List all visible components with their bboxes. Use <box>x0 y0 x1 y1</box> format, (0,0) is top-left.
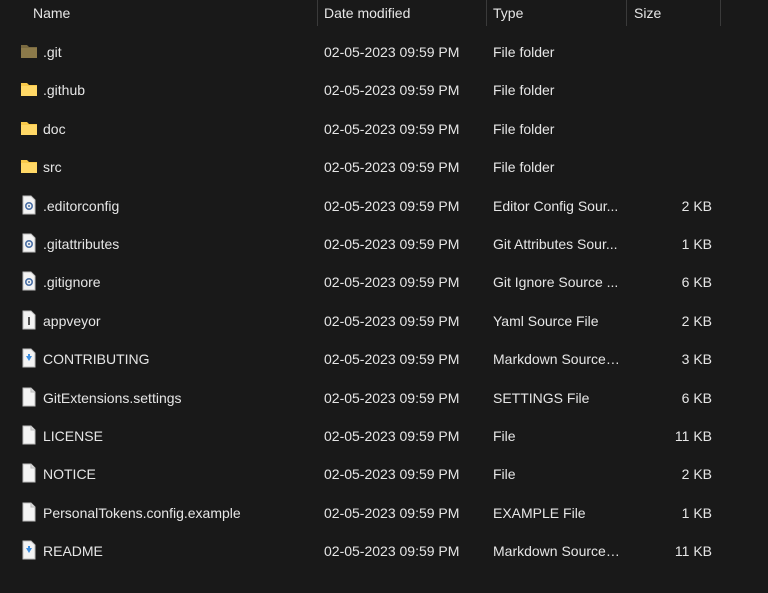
file-name: PersonalTokens.config.example <box>43 504 241 521</box>
date-modified: 02-05-2023 09:59 PM <box>324 82 460 99</box>
file-name: CONTRIBUTING <box>43 351 150 368</box>
file-type: Git Attributes Sour... <box>493 236 618 252</box>
sort-ascending-icon: ^ <box>166 0 171 4</box>
date-modified: 02-05-2023 09:59 PM <box>324 159 460 176</box>
file-row[interactable]: NOTICE 02-05-2023 09:59 PM File 2 KB <box>0 455 768 493</box>
file-row[interactable]: LICENSE 02-05-2023 09:59 PM File 11 KB <box>0 417 768 455</box>
column-divider[interactable] <box>486 0 487 26</box>
file-icon <box>20 387 38 407</box>
file-size: 2 KB <box>681 312 712 329</box>
date-modified: 02-05-2023 09:59 PM <box>324 44 460 60</box>
date-modified: 02-05-2023 09:59 PM <box>324 312 460 329</box>
file-type: File <box>493 466 516 483</box>
column-header-bar: ^ Name Date modified Type Size <box>0 0 768 26</box>
file-size <box>628 33 712 71</box>
column-header-type[interactable]: Type <box>493 0 523 26</box>
file-size <box>628 148 712 186</box>
folder-icon <box>20 156 38 176</box>
file-size: 6 KB <box>681 274 712 291</box>
file-row[interactable]: doc 02-05-2023 09:59 PM File folder <box>0 110 768 148</box>
file-size: 6 KB <box>681 389 712 406</box>
file-size <box>628 110 712 148</box>
date-modified: 02-05-2023 09:59 PM <box>324 120 460 137</box>
file-row[interactable]: CONTRIBUTING 02-05-2023 09:59 PM Markdown … <box>0 340 768 378</box>
file-type: File folder <box>493 159 555 176</box>
file-name: .gitignore <box>43 274 101 291</box>
config-file-icon <box>20 195 38 215</box>
file-size: 3 KB <box>681 351 712 368</box>
file-name: LICENSE <box>43 428 103 444</box>
file-type: Markdown Source ... <box>493 543 621 560</box>
file-row[interactable]: PersonalTokens.config.example 02-05-2023 … <box>0 494 768 532</box>
column-divider[interactable] <box>626 0 627 26</box>
config-file-icon <box>20 233 38 253</box>
config-file-icon <box>20 271 38 291</box>
yaml-file-icon <box>20 310 38 330</box>
column-header-date-modified[interactable]: Date modified <box>324 0 410 26</box>
markdown-file-icon <box>20 348 38 368</box>
file-type: File <box>493 428 516 444</box>
file-icon <box>20 463 38 483</box>
file-type: Git Ignore Source ... <box>493 274 619 291</box>
date-modified: 02-05-2023 09:59 PM <box>324 274 460 291</box>
file-type: File folder <box>493 44 555 60</box>
file-name: .editorconfig <box>43 197 120 214</box>
file-size: 2 KB <box>681 197 712 214</box>
file-row[interactable]: .editorconfig 02-05-2023 09:59 PM Editor C… <box>0 187 768 225</box>
date-modified: 02-05-2023 09:59 PM <box>324 504 460 521</box>
folder-icon <box>20 118 38 138</box>
file-row[interactable]: appveyor 02-05-2023 09:59 PM Yaml Source F… <box>0 302 768 340</box>
file-name: GitExtensions.settings <box>43 389 182 406</box>
date-modified: 02-05-2023 09:59 PM <box>324 543 460 560</box>
file-row[interactable]: .gitignore 02-05-2023 09:59 PM Git Ignore … <box>0 263 768 301</box>
file-size: 1 KB <box>681 504 712 521</box>
file-name: src <box>43 159 62 176</box>
file-type: Markdown Source ... <box>493 351 621 368</box>
column-divider[interactable] <box>720 0 721 26</box>
file-row[interactable]: .gitattributes 02-05-2023 09:59 PM Git Att… <box>0 225 768 263</box>
date-modified: 02-05-2023 09:59 PM <box>324 351 460 368</box>
markdown-file-icon <box>20 540 38 560</box>
date-modified: 02-05-2023 09:59 PM <box>324 428 460 444</box>
folder-dark-icon <box>20 41 38 61</box>
date-modified: 02-05-2023 09:59 PM <box>324 197 460 214</box>
file-type: File folder <box>493 82 555 99</box>
file-type: Yaml Source File <box>493 312 599 329</box>
file-name: NOTICE <box>43 466 96 483</box>
file-row[interactable]: .github 02-05-2023 09:59 PM File folder <box>0 71 768 109</box>
file-type: File folder <box>493 120 555 137</box>
file-size <box>628 71 712 109</box>
column-header-name[interactable]: Name <box>33 0 70 26</box>
file-row[interactable]: GitExtensions.settings 02-05-2023 09:59 P… <box>0 379 768 417</box>
file-name: README <box>43 543 103 560</box>
date-modified: 02-05-2023 09:59 PM <box>324 389 460 406</box>
file-name: appveyor <box>43 312 101 329</box>
file-name: doc <box>43 120 66 137</box>
file-row[interactable]: README 02-05-2023 09:59 PM Markdown Source… <box>0 532 768 570</box>
column-header-size[interactable]: Size <box>634 0 661 26</box>
file-name: .git <box>43 44 62 60</box>
column-divider[interactable] <box>317 0 318 26</box>
file-size: 1 KB <box>681 236 712 252</box>
file-size: 11 KB <box>674 428 712 444</box>
file-name: .github <box>43 82 86 99</box>
file-row[interactable]: src 02-05-2023 09:59 PM File folder <box>0 148 768 186</box>
file-icon <box>20 502 38 522</box>
file-size: 11 KB <box>674 543 712 560</box>
file-size: 2 KB <box>681 466 712 483</box>
date-modified: 02-05-2023 09:59 PM <box>324 466 460 483</box>
date-modified: 02-05-2023 09:59 PM <box>324 236 460 252</box>
file-type: Editor Config Sour... <box>493 197 619 214</box>
file-type: SETTINGS File <box>493 389 590 406</box>
file-type: EXAMPLE File <box>493 504 586 521</box>
file-row[interactable]: .git 02-05-2023 09:59 PM File folder <box>0 33 768 71</box>
file-icon <box>20 425 38 445</box>
folder-icon <box>20 79 38 99</box>
file-name: .gitattributes <box>43 236 120 252</box>
